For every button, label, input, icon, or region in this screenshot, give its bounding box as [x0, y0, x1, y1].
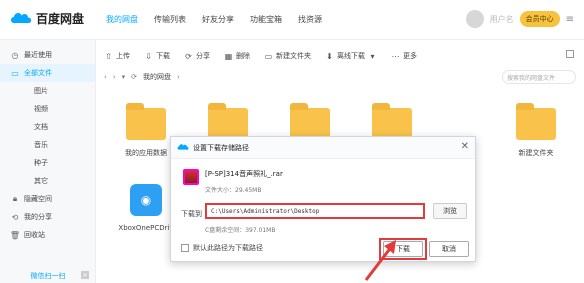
upload-button[interactable]: ⇧ 上传: [104, 48, 130, 64]
folder-plus-icon: ▭: [264, 51, 273, 61]
sidebar-item-label: 我的分享: [24, 213, 52, 221]
refresh-icon[interactable]: ⟳: [131, 73, 137, 81]
nav-friend-share[interactable]: 好友分享: [202, 14, 234, 25]
nav-toolbox[interactable]: 功能宝箱: [250, 14, 282, 25]
sidebar-item-other[interactable]: 其它: [0, 172, 95, 190]
breadcrumb-path[interactable]: 我的网盘: [143, 72, 171, 82]
download-path-dialog: 设置下载存储路径 ✕ [P-SP]314音声照礼_.rar 文件大小：29.45…: [170, 136, 476, 262]
forward-icon[interactable]: ›: [113, 73, 116, 81]
download-label: 下载: [156, 52, 170, 60]
share-icon: ⟲: [11, 212, 19, 222]
close-icon[interactable]: ✕: [81, 271, 89, 279]
sidebar-item-docs[interactable]: 文档: [0, 118, 95, 136]
app-logo: 百度网盘: [10, 10, 84, 27]
sidebar-item-images[interactable]: 图片: [0, 82, 95, 100]
toolbar: ⇧ 上传 ⇩ 下载 ⟳ 分享 ▦ 删除 ▭ 新建文件夹 ⬇ 离线下载 ▾ ⋯ 更多: [104, 48, 417, 64]
drive-icon: ◉: [130, 184, 162, 216]
file-item[interactable]: 新建文件夹: [496, 103, 576, 158]
more-label: 更多: [403, 52, 417, 60]
sidebar-item-label: 回收站: [24, 231, 45, 239]
main-nav: 我的网盘 传输列表 好友分享 功能宝箱 找资源: [106, 14, 322, 25]
nav-transfer-list[interactable]: 传输列表: [154, 14, 186, 25]
upload-icon: ⇧: [105, 51, 112, 61]
annotation-arrow-icon: [364, 240, 396, 281]
sidebar-item-all-files[interactable]: ▭ 全部文件: [0, 64, 95, 82]
dialog-file-size: 文件大小：29.45MB: [205, 187, 262, 194]
dialog-file-name: [P-SP]314音声照礼_.rar: [205, 170, 283, 178]
file-info: [P-SP]314音声照礼_.rar 文件大小：29.45MB: [183, 169, 283, 194]
offline-download-button[interactable]: ⬇ 离线下载 ▾: [325, 48, 377, 64]
lock-icon: 🔒︎: [12, 194, 18, 203]
delete-label: 删除: [236, 52, 250, 60]
default-path-option[interactable]: 默认此路径为下载路径: [181, 243, 263, 253]
browse-button[interactable]: 浏览: [433, 203, 467, 219]
dialog-title: 设置下载存储路径: [193, 143, 249, 152]
cancel-button[interactable]: 取消: [429, 241, 469, 257]
avatar[interactable]: [465, 10, 484, 28]
nav-my-drive[interactable]: 我的网盘: [106, 14, 138, 25]
app-title: 百度网盘: [36, 12, 85, 26]
sidebar-item-label: 隐藏空间: [24, 195, 52, 203]
chevron-down-icon: ▾: [370, 51, 375, 61]
vip-center-button[interactable]: 会员中心: [519, 11, 560, 27]
breadcrumb-chevron-icon: ›: [177, 73, 180, 81]
history-dropdown-icon[interactable]: ▾: [122, 73, 126, 81]
user-area: 用户名 会员中心 ≡: [465, 10, 574, 28]
download-path-input[interactable]: C:\Users\Administrator\Desktop: [205, 203, 425, 219]
username[interactable]: 用户名: [490, 14, 514, 25]
new-folder-label: 新建文件夹: [276, 52, 311, 60]
delete-button[interactable]: ▦ 删除: [224, 48, 250, 64]
download-icon: ⇩: [145, 51, 152, 61]
baidu-cloud-icon: [11, 12, 31, 23]
menu-icon[interactable]: ≡: [566, 14, 574, 25]
sidebar: ◷ 最近使用 ▭ 全部文件 图片 视频 文档 音乐 种子 其它 🔒︎ 隐藏空间 …: [0, 40, 96, 283]
sidebar-item-videos[interactable]: 视频: [0, 100, 95, 118]
close-icon[interactable]: ✕: [461, 141, 469, 152]
folder-icon: [516, 103, 556, 140]
trash-icon: 🗑︎: [9, 230, 21, 240]
trash-icon: ▦: [224, 51, 233, 61]
more-button[interactable]: ⋯ 更多: [391, 48, 418, 64]
sidebar-item-recent[interactable]: ◷ 最近使用: [0, 46, 95, 64]
share-button[interactable]: ⟳ 分享: [184, 48, 210, 64]
sidebar-item-torrents[interactable]: 种子: [0, 154, 95, 172]
dialog-header: 设置下载存储路径 ✕: [171, 137, 475, 159]
rar-file-icon: [183, 169, 199, 185]
default-path-checkbox[interactable]: [181, 244, 189, 252]
breadcrumb: ‹ › ▾ ⟳ 我的网盘 ›: [104, 72, 180, 82]
baidu-cloud-icon: [177, 144, 189, 150]
default-path-label: 默认此路径为下载路径: [193, 244, 263, 252]
file-name: 新建文件夹: [518, 149, 554, 157]
sidebar-item-recycle-bin[interactable]: 🗑︎ 回收站: [0, 226, 95, 244]
path-label: 下载到: [181, 210, 202, 218]
cloud-download-icon: ⬇: [326, 51, 333, 61]
more-icon: ⋯: [391, 51, 400, 61]
sidebar-item-my-share[interactable]: ⟲ 我的分享: [0, 208, 95, 226]
clock-icon: ◷: [11, 50, 19, 60]
offline-download-label: 离线下载: [337, 52, 365, 60]
sidebar-item-label: 最近使用: [24, 51, 52, 59]
back-icon[interactable]: ‹: [104, 73, 107, 81]
download-button[interactable]: ⇩ 下载: [144, 48, 170, 64]
sidebar-item-music[interactable]: 音乐: [0, 136, 95, 154]
search-input[interactable]: 搜索我的网盘文件: [502, 70, 576, 84]
view-toggle-icon[interactable]: [566, 50, 574, 58]
new-folder-button[interactable]: ▭ 新建文件夹: [264, 48, 311, 64]
sidebar-item-hidden-space[interactable]: 🔒︎ 隐藏空间: [0, 190, 95, 208]
upload-label: 上传: [116, 52, 130, 60]
folder-icon: [126, 103, 166, 140]
share-icon: ⟳: [185, 51, 192, 61]
share-label: 分享: [196, 52, 210, 60]
nav-find-resource[interactable]: 找资源: [298, 14, 322, 25]
folder-icon: ▭: [11, 68, 19, 78]
sidebar-item-label: 全部文件: [24, 69, 52, 77]
disk-space-info: C盘剩余空间：397.01MB: [205, 227, 276, 234]
file-meta: [P-SP]314音声照礼_.rar 文件大小：29.45MB: [205, 169, 283, 194]
top-bar: 百度网盘 我的网盘 传输列表 好友分享 功能宝箱 找资源 用户名 会员中心 ≡: [0, 0, 584, 40]
